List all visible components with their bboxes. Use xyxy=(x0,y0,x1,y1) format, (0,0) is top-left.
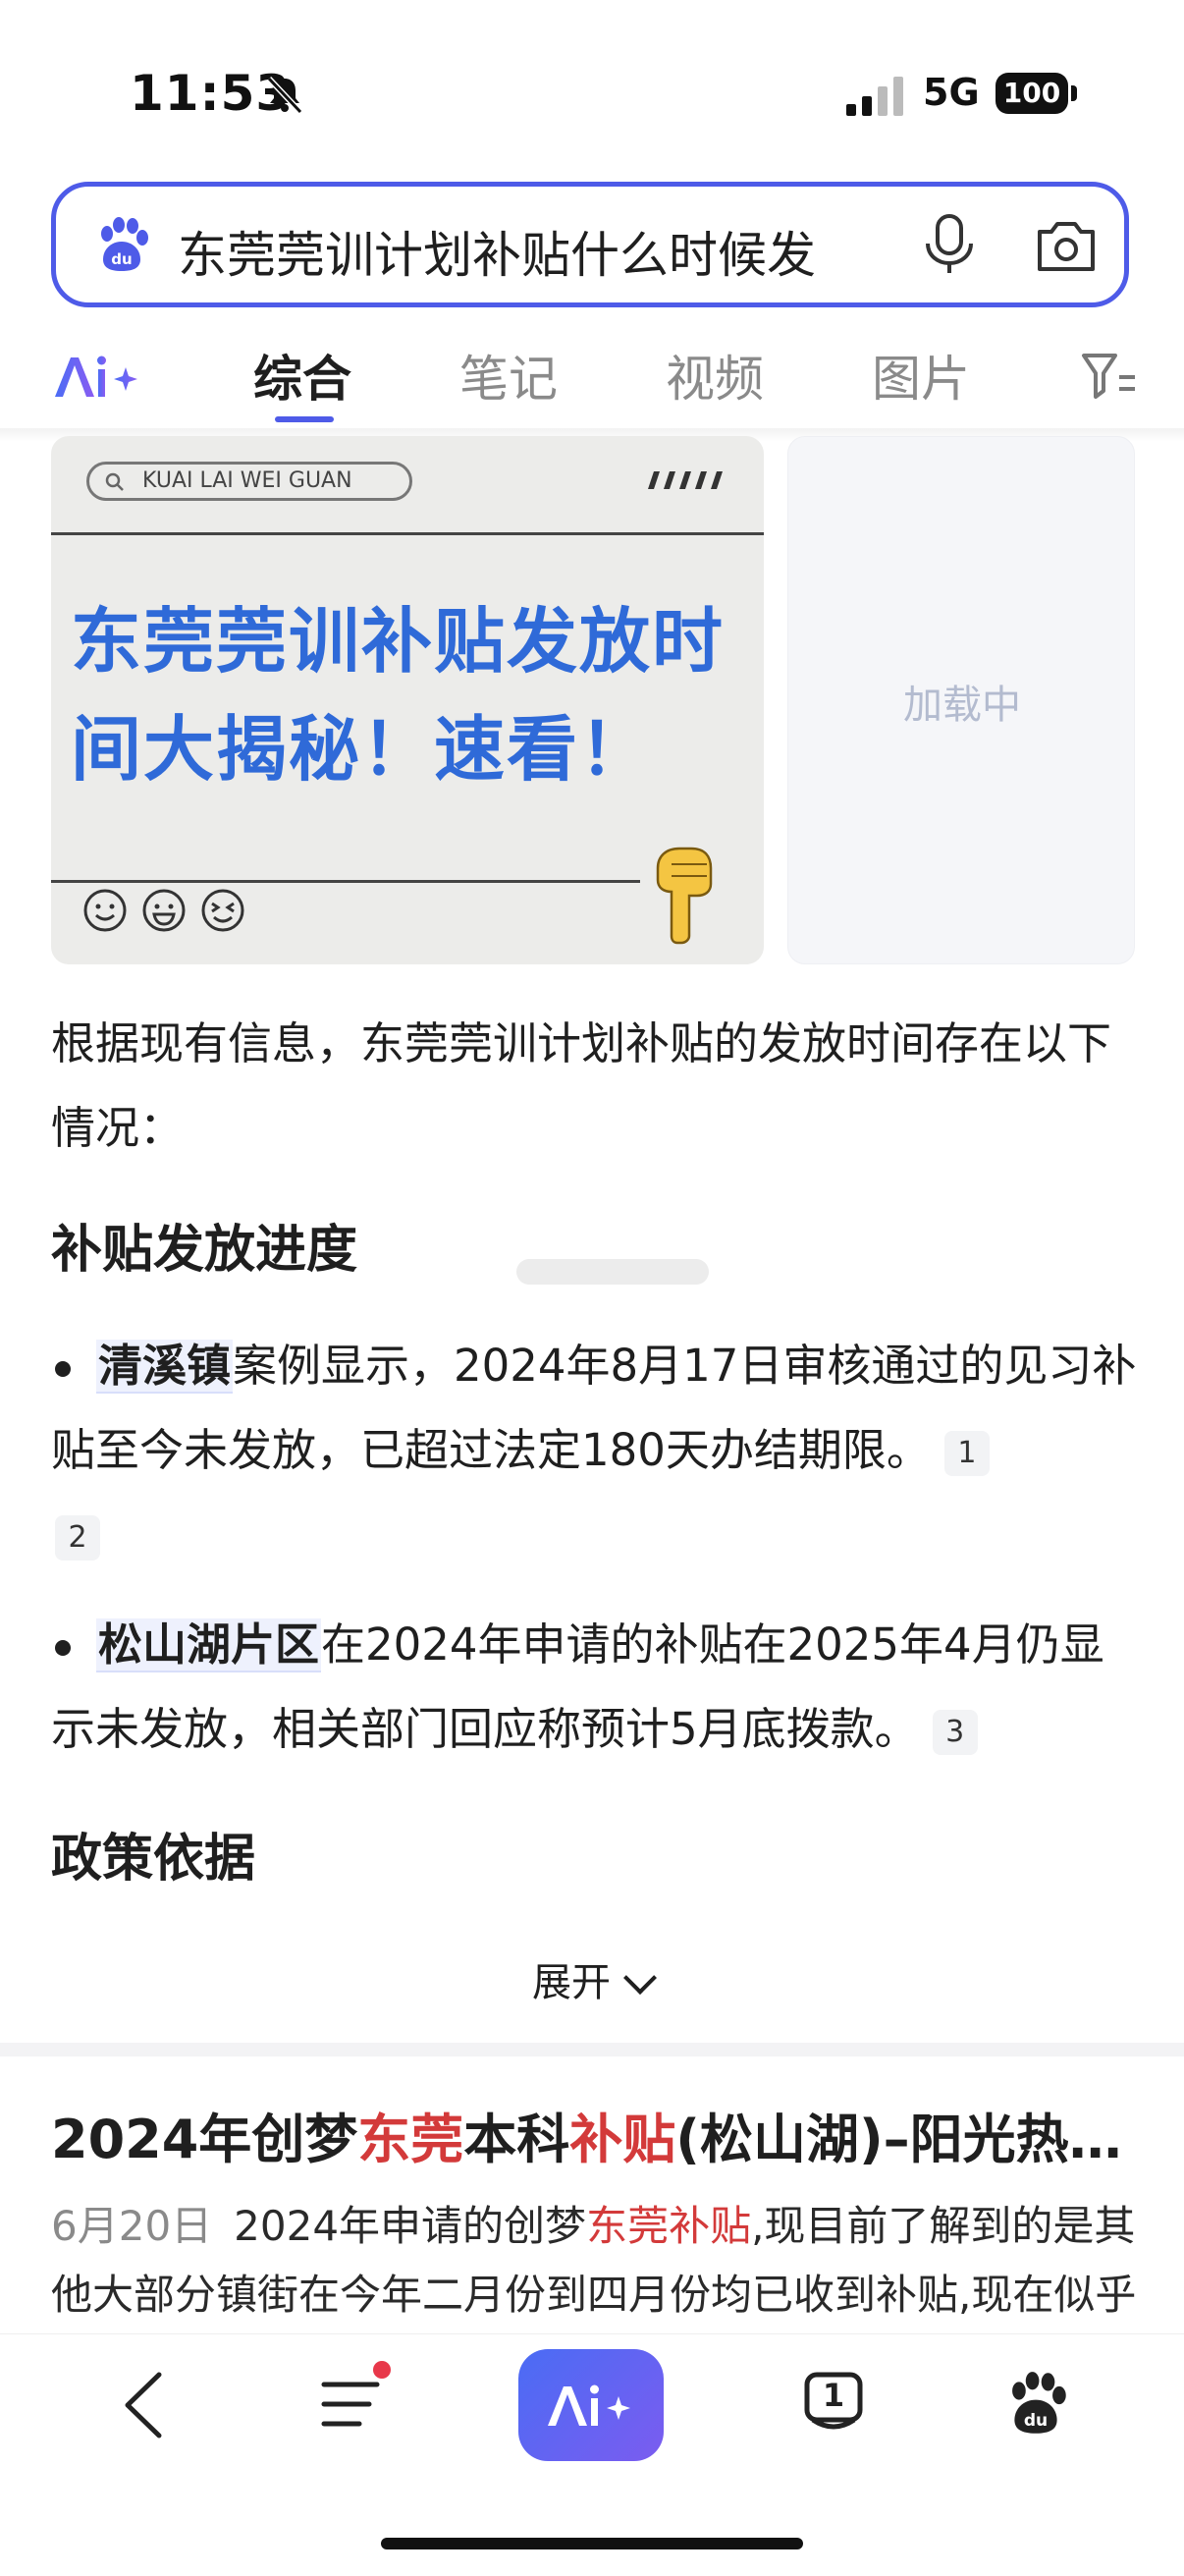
menu-icon[interactable] xyxy=(320,2375,381,2434)
baidu-home-icon[interactable]: du xyxy=(1003,2371,1068,2436)
section-heading-policy: 政策依据 xyxy=(51,1830,256,1889)
bullet-dot xyxy=(55,1361,71,1377)
answer-intro: 根据现有信息，东莞莞训计划补贴的发放时间存在以下情况： xyxy=(51,1017,1112,1154)
tabs-button[interactable]: 1 xyxy=(801,2371,866,2436)
entity-link[interactable]: 松山湖片区 xyxy=(96,1618,322,1672)
smile-emoji-icon xyxy=(83,889,127,932)
bell-muted-icon xyxy=(266,76,303,115)
search-icon xyxy=(105,472,124,491)
laugh-emoji-icon xyxy=(201,889,244,932)
image-pill-text: KUAI LAI WEI GUAN xyxy=(142,468,352,493)
title-text: (松山湖)–阳光热… xyxy=(675,2109,1122,2170)
image-loading-card[interactable]: 加载中 xyxy=(787,436,1135,964)
loading-text: 加载中 xyxy=(903,683,1021,728)
expand-button[interactable]: 展开 xyxy=(0,1950,1184,2007)
chevron-down-icon xyxy=(623,1961,657,1995)
grin-emoji-icon xyxy=(142,889,186,932)
network-label: 5G xyxy=(923,71,980,114)
ai-icon xyxy=(548,2384,630,2426)
back-arrow-icon[interactable] xyxy=(120,2371,169,2439)
list-item: 松山湖片区在2024年申请的补贴在2025年4月仍显示未发放，相关部门回应称预计… xyxy=(51,1603,1141,1772)
active-tab-indicator xyxy=(275,416,334,422)
home-indicator xyxy=(381,2538,803,2549)
ai-assistant-button[interactable] xyxy=(518,2349,664,2461)
title-keyword: 补贴 xyxy=(569,2109,676,2170)
list-item: 清溪镇案例显示，2024年8月17日审核通过的见习补贴至今未发放，已超过法定18… xyxy=(51,1324,1141,1577)
citation-badge[interactable]: 2 xyxy=(55,1515,100,1561)
section-heading-progress: 补贴发放进度 xyxy=(51,1221,358,1280)
result-date: 6月20日 xyxy=(51,2202,213,2250)
tab-videos[interactable]: 视频 xyxy=(666,340,764,411)
bullet-dot xyxy=(55,1640,71,1656)
svg-text:du: du xyxy=(1024,2411,1048,2431)
snippet-text: 2024年申请的创梦 xyxy=(234,2202,587,2250)
result-snippet[interactable]: 6月20日 2024年申请的创梦东莞补贴,现目前了解到的是其他大部分镇街在今年二月… xyxy=(51,2192,1141,2329)
title-keyword: 东莞 xyxy=(357,2109,464,2170)
tab-notes[interactable]: 笔记 xyxy=(459,340,558,411)
expand-label: 展开 xyxy=(532,1960,611,2005)
camera-icon[interactable] xyxy=(1034,216,1099,275)
citation-badge[interactable]: 3 xyxy=(932,1710,978,1755)
tab-count: 1 xyxy=(822,2377,845,2414)
entity-link[interactable]: 清溪镇 xyxy=(96,1340,234,1394)
microphone-icon[interactable] xyxy=(920,212,979,277)
battery-icon: 100 xyxy=(996,73,1080,116)
filter-icon[interactable] xyxy=(1080,348,1139,403)
result-title-link[interactable]: 2024年创梦东莞本科补贴(松山湖)–阳光热… xyxy=(51,2096,1141,2173)
citation-badge[interactable]: 1 xyxy=(943,1431,990,1476)
result-image[interactable]: KUAI LAI WEI GUAN 东莞莞训补贴发放时间大揭秘！速看！ xyxy=(51,436,764,964)
notification-badge xyxy=(373,2361,391,2379)
tab-comprehensive[interactable]: 综合 xyxy=(253,340,351,411)
baidu-paw-icon: du xyxy=(101,217,148,271)
image-headline: 东莞莞训补贴发放时间大揭秘！速看！ xyxy=(71,600,726,791)
pointing-hand-icon xyxy=(656,847,713,945)
search-bar[interactable]: du 东莞莞训计划补贴什么时候发 xyxy=(51,182,1129,307)
title-text: 本科 xyxy=(463,2109,570,2170)
battery-level: 100 xyxy=(996,73,1068,114)
tab-images[interactable]: 图片 xyxy=(872,340,970,411)
snippet-keyword: 东莞补贴 xyxy=(586,2202,752,2250)
search-input[interactable]: 东莞莞训计划补贴什么时候发 xyxy=(178,216,816,287)
section-divider xyxy=(0,2043,1184,2056)
ai-tab-icon[interactable] xyxy=(51,350,145,405)
title-text: 2024年创梦 xyxy=(51,2109,358,2170)
signal-icon xyxy=(846,77,903,116)
image-pill: KUAI LAI WEI GUAN xyxy=(86,462,412,501)
watermark xyxy=(516,1259,709,1285)
svg-text:du: du xyxy=(111,250,132,268)
decorative-stripes xyxy=(648,471,723,489)
